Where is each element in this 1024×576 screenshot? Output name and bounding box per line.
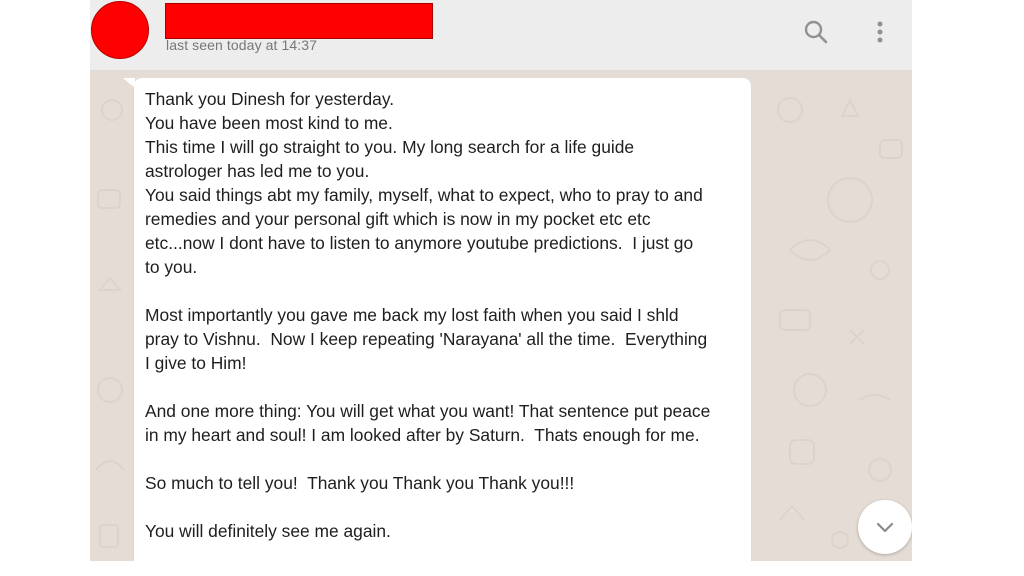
chat-panel: last seen today at 14:37 Thank you Dines…: [90, 0, 912, 561]
scroll-down-button[interactable]: [858, 500, 912, 554]
last-seen-status: last seen today at 14:37: [166, 37, 318, 53]
chevron-down-icon: [876, 522, 894, 533]
search-icon[interactable]: [802, 18, 830, 46]
chat-header: last seen today at 14:37: [90, 0, 912, 71]
more-vert-icon[interactable]: [866, 18, 894, 46]
contact-name-redacted[interactable]: [165, 3, 433, 39]
message-bubble[interactable]: Thank you Dinesh for yesterday. You have…: [134, 78, 751, 561]
message-text: Thank you Dinesh for yesterday. You have…: [145, 89, 711, 541]
avatar[interactable]: [91, 1, 149, 59]
